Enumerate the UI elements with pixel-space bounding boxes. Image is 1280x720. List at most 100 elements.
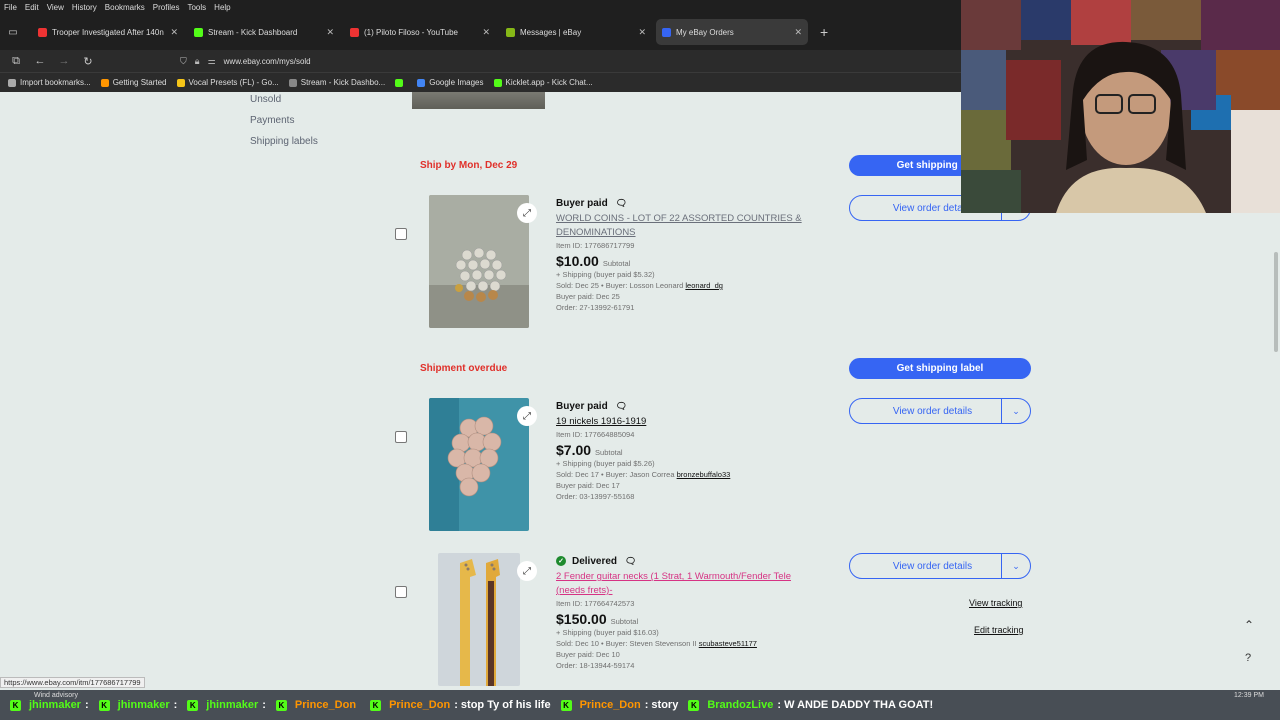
subtotal-label: Subtotal	[595, 448, 623, 457]
back-to-top-icon[interactable]: ⌃	[1244, 618, 1254, 632]
menu-bookmarks[interactable]: Bookmarks	[105, 3, 145, 12]
chevron-down-icon[interactable]: ⌄	[1002, 561, 1030, 572]
paid-date: Buyer paid: Dec 17	[556, 481, 620, 490]
group-heading: Ship by Mon, Dec 29	[420, 160, 518, 171]
message-icon[interactable]: 🗨︎	[616, 401, 627, 412]
menu-help[interactable]: Help	[214, 3, 230, 12]
order-checkbox[interactable]	[395, 586, 407, 598]
edit-tracking-link[interactable]: Edit tracking	[974, 625, 1024, 635]
bookmark-label: Google Images	[429, 78, 484, 87]
chat-message: : W ANDE DADDY THA GOAT!	[777, 699, 934, 711]
bookmark-kick-icon[interactable]	[395, 78, 407, 87]
url-bar[interactable]: ⛉ 🔒︎ ⚌ www.ebay.com/mys/sold	[180, 56, 311, 67]
bookmark-kick-dashboard[interactable]: Stream - Kick Dashbo...	[288, 78, 386, 87]
tab-title: My eBay Orders	[676, 27, 734, 37]
order-info: Buyer paid 🗨︎ WORLD COINS - LOT OF 22 AS…	[556, 196, 816, 313]
back-icon[interactable]: ←	[28, 55, 52, 67]
menu-history[interactable]: History	[72, 3, 97, 12]
item-title-link[interactable]: 2 Fender guitar necks (1 Strat, 1 Warmou…	[556, 570, 816, 598]
order-number: Order: 18-13944-59174	[556, 661, 635, 670]
browser-window: File Edit View History Bookmarks Profile…	[0, 0, 1280, 720]
buyer-username-link[interactable]: bronzebuffalo33	[677, 470, 731, 479]
sidenav-unsold[interactable]: Unsold	[250, 94, 281, 105]
globe-icon	[288, 78, 297, 87]
forward-icon[interactable]: →	[52, 55, 76, 67]
sidenav-shipping-labels[interactable]: Shipping labels	[250, 136, 318, 147]
message-icon[interactable]: 🗨︎	[616, 198, 627, 209]
menu-edit[interactable]: Edit	[25, 3, 39, 12]
google-icon	[417, 78, 426, 87]
bookmark-label: Stream - Kick Dashbo...	[300, 78, 386, 87]
menu-view[interactable]: View	[47, 3, 64, 12]
item-image[interactable]	[438, 553, 520, 686]
item-title-link[interactable]: WORLD COINS - LOT OF 22 ASSORTED COUNTRI…	[556, 212, 816, 240]
reload-icon[interactable]: ↻	[76, 55, 100, 68]
item-image[interactable]	[429, 398, 529, 531]
bookmark-import[interactable]: Import bookmarks...	[8, 78, 91, 87]
bookmark-google-images[interactable]: Google Images	[417, 78, 484, 87]
view-order-details-button[interactable]: View order details ⌄	[849, 398, 1031, 424]
status-label: Delivered	[572, 555, 618, 567]
button-label: View order details	[892, 405, 973, 417]
tab-youtube[interactable]: (1) Piloto Filoso - YouTube ✕	[344, 19, 496, 45]
new-tab-icon[interactable]: +	[820, 24, 828, 40]
webcam-overlay	[961, 0, 1280, 213]
close-icon[interactable]: ✕	[638, 27, 646, 38]
sidenav-payments[interactable]: Payments	[250, 115, 294, 126]
menu-tools[interactable]: Tools	[187, 3, 206, 12]
shield-icon: ⛉	[180, 55, 187, 66]
subtotal-label: Subtotal	[610, 617, 639, 626]
page-scrollbar[interactable]	[1274, 252, 1278, 352]
menu-file[interactable]: File	[4, 3, 17, 12]
kick-badge-icon: K	[370, 699, 382, 711]
chat-username: jhinmaker	[206, 699, 259, 711]
tab-list-icon[interactable]: ▭	[0, 19, 26, 45]
menu-profiles[interactable]: Profiles	[153, 3, 180, 12]
view-order-details-button[interactable]: View order details ⌄	[849, 553, 1031, 579]
expand-image-icon[interactable]: ⤢	[517, 203, 537, 223]
shipping-paid: + Shipping (buyer paid $5.26)	[556, 459, 655, 468]
bookmark-kicklet[interactable]: Kicklet.app - Kick Chat...	[493, 78, 593, 87]
sold-info: Sold: Dec 17 • Buyer: Jason Correa	[556, 470, 675, 479]
get-shipping-label-button[interactable]: Get shipping label	[849, 358, 1031, 379]
url-text[interactable]: www.ebay.com/mys/sold	[224, 57, 311, 66]
order-checkbox[interactable]	[395, 431, 407, 443]
paid-date: Buyer paid: Dec 25	[556, 292, 620, 301]
bookmark-label: Import bookmarks...	[20, 78, 91, 87]
view-tracking-link[interactable]: View tracking	[969, 598, 1022, 608]
expand-image-icon[interactable]: ⤢	[517, 561, 537, 581]
checkmark-icon: ✓	[556, 556, 566, 566]
kick-badge-icon: K	[560, 699, 572, 711]
tab-trooper[interactable]: Trooper Investigated After 140n ✕	[32, 19, 184, 45]
ebay-favicon-icon	[506, 27, 515, 37]
message-icon[interactable]: 🗨︎	[625, 556, 636, 567]
sold-buyer: Sold: Dec 10 • Buyer: Steven Stevenson I…	[556, 638, 816, 649]
order-checkbox[interactable]	[395, 228, 407, 240]
order-status: Buyer paid 🗨︎	[556, 399, 816, 413]
tab-ebay-messages[interactable]: Messages | eBay ✕	[500, 19, 652, 45]
tab-title: Stream - Kick Dashboard	[208, 27, 298, 37]
item-title-link[interactable]: 19 nickels 1916-1919	[556, 415, 816, 429]
tab-kick-dashboard[interactable]: Stream - Kick Dashboard ✕	[188, 19, 340, 45]
tab-my-ebay-orders[interactable]: My eBay Orders ✕	[656, 19, 808, 45]
drive-icon	[176, 78, 185, 87]
expand-image-icon[interactable]: ⤢	[517, 406, 537, 426]
help-icon[interactable]: ?	[1245, 652, 1251, 664]
buyer-username-link[interactable]: scubasteve51177	[699, 639, 757, 648]
close-icon[interactable]: ✕	[482, 27, 490, 38]
bookmark-getting-started[interactable]: Getting Started	[100, 78, 167, 87]
chevron-down-icon[interactable]: ⌄	[1002, 406, 1030, 417]
chat-username: Prince_Don	[389, 699, 451, 711]
close-icon[interactable]: ✕	[326, 27, 334, 38]
close-icon[interactable]: ✕	[794, 27, 802, 38]
bookmark-label: Vocal Presets (FL) - Go...	[188, 78, 279, 87]
youtube-favicon-icon	[350, 27, 359, 37]
item-image[interactable]	[429, 195, 529, 328]
close-icon[interactable]: ✕	[170, 27, 178, 38]
youtube-favicon-icon	[38, 27, 47, 37]
chat-username: jhinmaker	[117, 699, 170, 711]
bookmark-vocal-presets[interactable]: Vocal Presets (FL) - Go...	[176, 78, 279, 87]
item-id: Item ID: 177686717799	[556, 241, 635, 250]
buyer-username-link[interactable]: leonard_dg	[685, 281, 723, 290]
sidebar-toggle-icon[interactable]: ⧉	[4, 55, 28, 68]
